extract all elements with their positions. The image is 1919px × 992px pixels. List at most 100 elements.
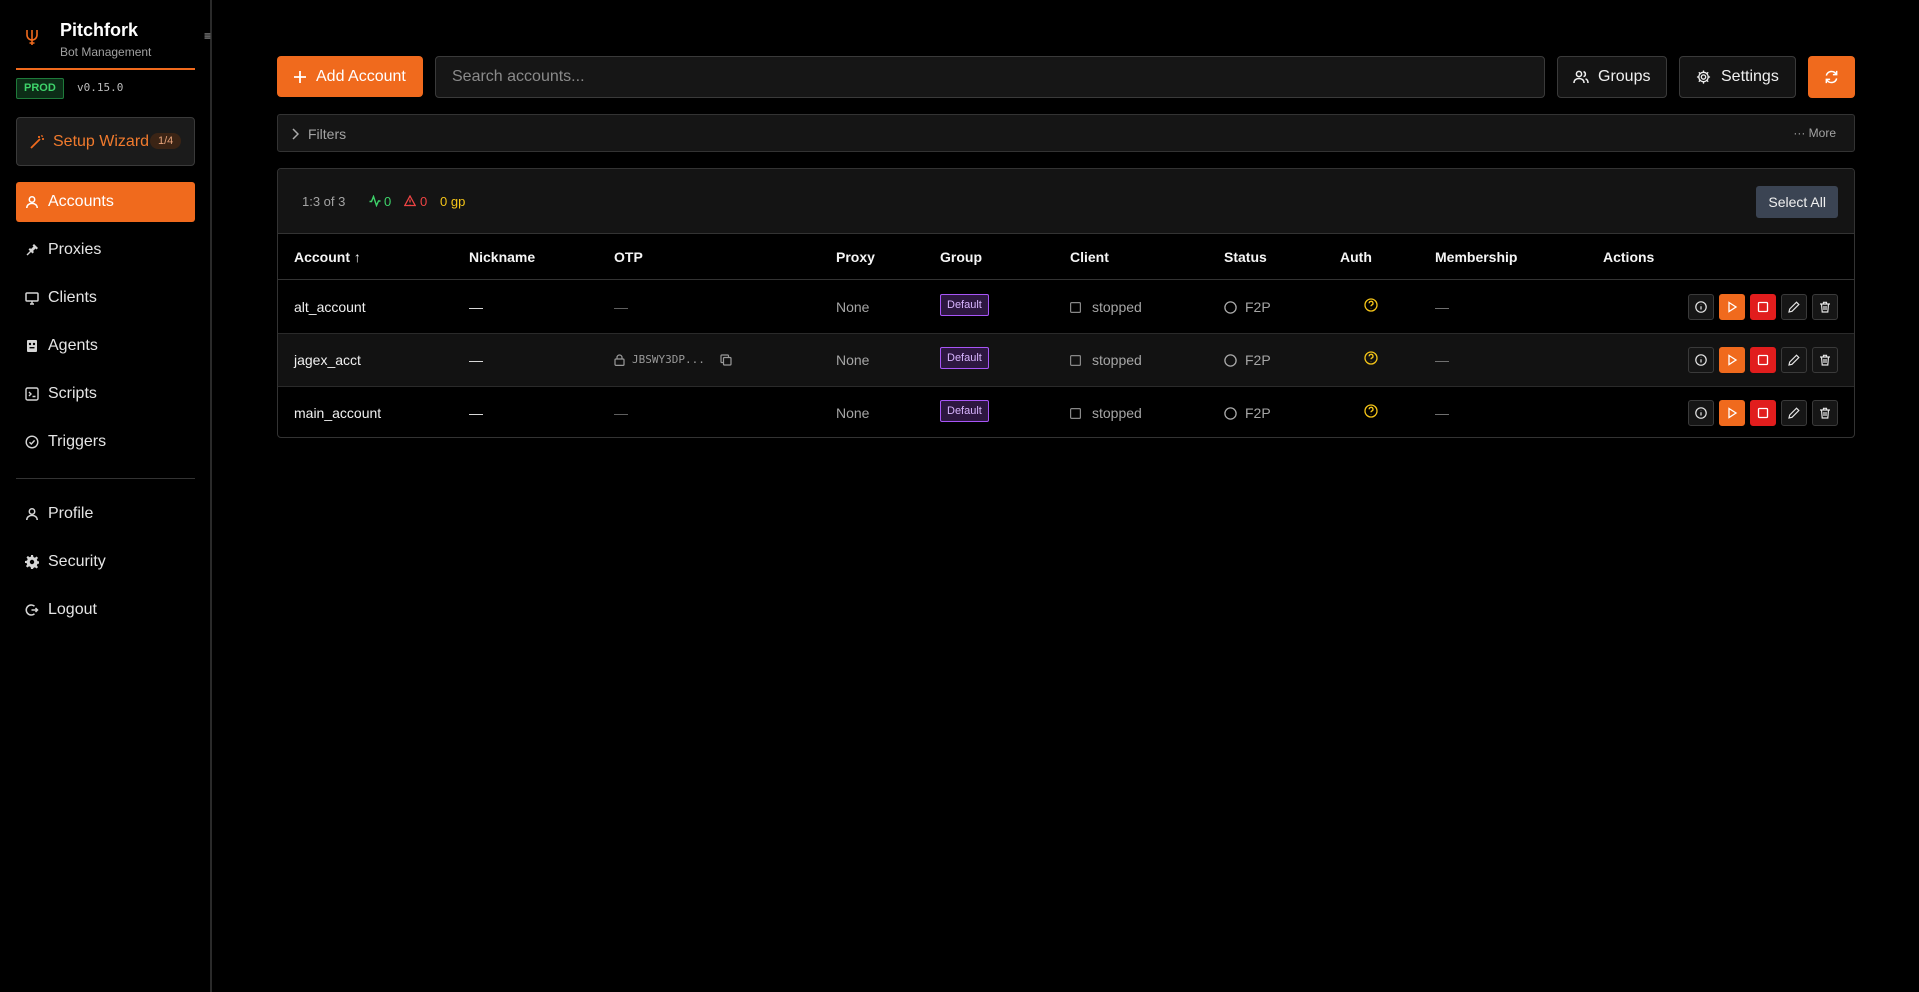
filters-bar[interactable]: Filters ··· More: [277, 114, 1855, 152]
info-button[interactable]: [1688, 347, 1714, 373]
sidebar-item-profile[interactable]: Profile: [16, 494, 195, 534]
logout-icon: [25, 603, 39, 617]
bot-icon: [25, 339, 39, 353]
sidebar-item-label: Accounts: [48, 193, 114, 210]
table-header: Account ↑ Nickname OTP Proxy Group Clien…: [278, 235, 1854, 280]
group-badge[interactable]: Default: [940, 400, 989, 422]
sidebar-item-agents[interactable]: Agents: [16, 326, 195, 366]
pitchfork-logo-icon: [24, 28, 40, 46]
user-icon: [25, 195, 39, 209]
add-account-button[interactable]: Add Account: [277, 56, 423, 97]
search-input[interactable]: [435, 56, 1545, 98]
sidebar-item-triggers[interactable]: Triggers: [16, 422, 195, 462]
table-summary-bar: 1:3 of 3 0 0 0 gp Select All: [278, 169, 1854, 234]
circle-icon: [1224, 407, 1237, 420]
client-state: stopped: [1092, 352, 1142, 368]
membership-value: —: [1435, 405, 1449, 421]
running-count: 0: [384, 194, 392, 209]
copy-icon[interactable]: [720, 354, 732, 366]
stop-button[interactable]: [1750, 400, 1776, 426]
table-row[interactable]: main_account — — None Default stopped F2…: [278, 387, 1854, 437]
column-header-status[interactable]: Status: [1224, 249, 1267, 265]
column-header-account[interactable]: Account ↑: [294, 249, 361, 265]
membership-status: F2P: [1245, 299, 1271, 315]
pagination-range: 1:3 of 3: [302, 194, 346, 209]
brand-name: Pitchfork: [60, 20, 139, 40]
column-header-nickname[interactable]: Nickname: [469, 249, 535, 265]
select-all-button[interactable]: Select All: [1756, 186, 1838, 218]
settings-button[interactable]: Settings: [1679, 56, 1796, 98]
sidebar-item-accounts[interactable]: Accounts: [16, 182, 195, 222]
edit-button[interactable]: [1781, 347, 1807, 373]
auth-unknown-icon: [1364, 351, 1378, 365]
gold-total: 0 gp: [440, 194, 466, 209]
gear-icon: [25, 555, 39, 569]
monitor-icon: [25, 291, 39, 305]
column-header-membership[interactable]: Membership: [1435, 249, 1517, 265]
sidebar-item-label: Logout: [48, 601, 97, 618]
sidebar-item-label: Agents: [48, 337, 98, 354]
terminal-icon: [25, 387, 39, 401]
activity-icon: [369, 195, 381, 207]
column-header-auth[interactable]: Auth: [1340, 249, 1372, 265]
column-header-actions: Actions: [1603, 249, 1655, 265]
account-name: alt_account: [294, 299, 366, 315]
start-button[interactable]: [1719, 294, 1745, 320]
setup-wizard-label: Setup Wizard: [53, 133, 150, 150]
magic-wand-icon: [29, 134, 45, 150]
column-header-otp[interactable]: OTP: [614, 249, 643, 265]
circle-icon: [1224, 354, 1237, 367]
brand: Pitchfork Bot Management: [16, 18, 195, 70]
info-button[interactable]: [1688, 294, 1714, 320]
nickname: —: [469, 299, 483, 315]
sidebar-item-security[interactable]: Security: [16, 542, 195, 582]
users-icon: [1573, 70, 1589, 84]
group-badge[interactable]: Default: [940, 294, 989, 316]
delete-button[interactable]: [1812, 347, 1838, 373]
sidebar-item-scripts[interactable]: Scripts: [16, 374, 195, 414]
membership-status: F2P: [1245, 405, 1271, 421]
delete-button[interactable]: [1812, 294, 1838, 320]
setup-wizard-button[interactable]: Setup Wizard 1/4: [16, 117, 195, 166]
version-label: v0.15.0: [77, 81, 124, 94]
sidebar-divider: [16, 478, 195, 479]
square-icon: [1070, 408, 1081, 419]
edit-button[interactable]: [1781, 294, 1807, 320]
groups-label: Groups: [1598, 68, 1651, 85]
sidebar-item-proxies[interactable]: Proxies: [16, 230, 195, 270]
membership-value: —: [1435, 352, 1449, 368]
brand-subtitle: Bot Management: [60, 45, 152, 59]
groups-button[interactable]: Groups: [1557, 56, 1667, 98]
column-header-client[interactable]: Client: [1070, 249, 1109, 265]
delete-button[interactable]: [1812, 400, 1838, 426]
table-row[interactable]: jagex_acct — JBSWY3DP... None Default st…: [278, 334, 1854, 387]
stop-button[interactable]: [1750, 294, 1776, 320]
error-count: 0: [420, 194, 428, 209]
stop-button[interactable]: [1750, 347, 1776, 373]
collapse-sidebar-icon[interactable]: ≡: [204, 29, 211, 43]
refresh-button[interactable]: [1808, 56, 1855, 98]
column-header-proxy[interactable]: Proxy: [836, 249, 875, 265]
otp-code: JBSWY3DP...: [632, 353, 705, 366]
column-header-group[interactable]: Group: [940, 249, 982, 265]
check-circle-icon: [25, 435, 39, 449]
client-state: stopped: [1092, 299, 1142, 315]
table-row[interactable]: alt_account — — None Default stopped F2P…: [278, 281, 1854, 334]
sidebar-item-label: Security: [48, 553, 106, 570]
sidebar-item-clients[interactable]: Clients: [16, 278, 195, 318]
sidebar-item-label: Proxies: [48, 241, 102, 258]
nickname: —: [469, 352, 483, 368]
more-filters-button[interactable]: ··· More: [1793, 126, 1836, 140]
group-badge[interactable]: Default: [940, 347, 989, 369]
proxy-value: None: [836, 299, 870, 315]
start-button[interactable]: [1719, 347, 1745, 373]
warning-icon: [404, 195, 416, 207]
sidebar-item-label: Triggers: [48, 433, 107, 450]
start-button[interactable]: [1719, 400, 1745, 426]
sidebar-item-logout[interactable]: Logout: [16, 590, 195, 630]
info-button[interactable]: [1688, 400, 1714, 426]
filters-label: Filters: [308, 126, 347, 142]
settings-label: Settings: [1721, 68, 1779, 85]
edit-button[interactable]: [1781, 400, 1807, 426]
client-state: stopped: [1092, 405, 1142, 421]
